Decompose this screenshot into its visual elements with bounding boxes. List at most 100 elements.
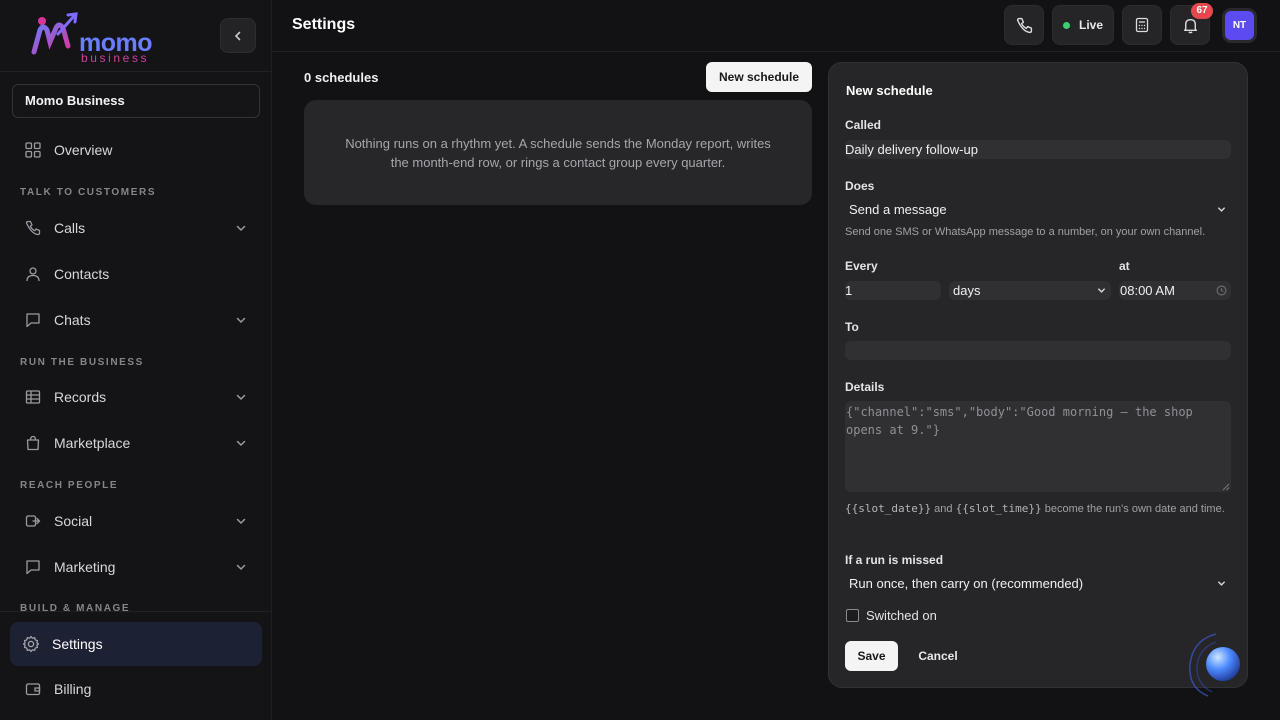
- sidebar: momo business Momo Business Overview TAL…: [0, 0, 272, 720]
- at-label: at: [1119, 259, 1130, 273]
- sidebar-item-billing[interactable]: Billing: [12, 669, 262, 709]
- missed-select-value: Run once, then carry on (recommended): [849, 576, 1084, 591]
- clock-icon[interactable]: [1216, 285, 1227, 296]
- nav-section-reach: REACH PEOPLE: [20, 480, 119, 491]
- sidebar-item-label: Marketing: [54, 559, 116, 575]
- sidebar-item-label: Contacts: [54, 266, 110, 282]
- slot-time-token: {{slot_time}}: [955, 502, 1042, 515]
- sidebar-item-label: Settings: [52, 636, 103, 652]
- message-square-icon: [24, 558, 42, 576]
- time-input-value: 08:00 AM: [1120, 283, 1175, 298]
- unit-select[interactable]: days: [949, 281, 1111, 300]
- sidebar-item-marketplace[interactable]: Marketplace: [12, 423, 262, 463]
- user-icon: [24, 265, 42, 283]
- brand-logo[interactable]: momo business: [30, 12, 160, 64]
- page-title: Settings: [292, 16, 356, 33]
- phone-icon: [24, 219, 42, 237]
- user-avatar[interactable]: NT: [1225, 11, 1254, 40]
- shopping-bag-icon: [24, 434, 42, 452]
- phone-icon: [1016, 17, 1032, 33]
- wallet-icon: [24, 680, 42, 698]
- live-indicator: [1062, 21, 1070, 29]
- nav-section-talk: TALK TO CUSTOMERS: [20, 187, 157, 198]
- slot-date-token: {{slot_date}}: [845, 502, 932, 515]
- call-button[interactable]: [1004, 5, 1044, 45]
- empty-state: Nothing runs on a rhythm yet. A schedule…: [304, 100, 812, 205]
- empty-state-text: Nothing runs on a rhythm yet. A schedule…: [345, 136, 771, 170]
- chevron-down-icon: [1218, 581, 1225, 586]
- sidebar-item-settings[interactable]: Settings: [10, 622, 262, 666]
- save-button[interactable]: Save: [845, 641, 898, 671]
- sidebar-item-label: Chats: [54, 312, 91, 328]
- does-select[interactable]: Send a message: [845, 200, 1231, 219]
- table-icon: [24, 388, 42, 406]
- bell-icon: [1183, 18, 1197, 33]
- new-schedule-button[interactable]: New schedule: [706, 62, 812, 92]
- sidebar-item-label: Billing: [54, 681, 92, 697]
- sidebar-item-label: Marketplace: [54, 435, 131, 451]
- assistant-orb-icon: [1189, 633, 1240, 697]
- hint-suffix: become the run's own date and time.: [1044, 503, 1225, 515]
- sidebar-item-marketing[interactable]: Marketing: [12, 547, 262, 587]
- missed-select[interactable]: Run once, then carry on (recommended): [845, 574, 1231, 593]
- unit-select-value: days: [953, 283, 981, 298]
- sidebar-item-label: Records: [54, 389, 107, 405]
- to-label: To: [845, 320, 859, 334]
- sidebar-bottom: Settings Billing: [0, 611, 271, 720]
- assistant-orb-button[interactable]: [1186, 630, 1250, 698]
- live-status-button[interactable]: Live: [1052, 5, 1114, 45]
- resize-handle-icon[interactable]: [1222, 483, 1230, 491]
- collapse-sidebar-button[interactable]: [220, 18, 256, 53]
- details-hint: {{slot_date}} and {{slot_time}} become t…: [845, 501, 1235, 517]
- sidebar-item-label: Calls: [54, 220, 86, 236]
- chevron-down-icon: [236, 394, 246, 401]
- called-input[interactable]: Daily delivery follow-up: [845, 140, 1231, 159]
- chevron-down-icon: [236, 317, 246, 324]
- new-schedule-panel: New schedule Called Daily delivery follo…: [828, 62, 1248, 688]
- called-label: Called: [845, 118, 882, 132]
- sidebar-item-chats[interactable]: Chats: [12, 300, 262, 340]
- sidebar-item-label: Social: [54, 513, 93, 529]
- chevron-down-icon: [236, 564, 246, 571]
- nav-section-run: RUN THE BUSINESS: [20, 357, 144, 368]
- chevron-down-icon: [1098, 288, 1105, 293]
- sidebar-item-social[interactable]: Social: [12, 501, 262, 541]
- schedule-count: 0 schedules: [304, 70, 379, 85]
- to-input[interactable]: [845, 341, 1231, 360]
- notification-count-badge: 67: [1191, 3, 1213, 19]
- sidebar-item-contacts[interactable]: Contacts: [12, 254, 262, 294]
- time-input[interactable]: 08:00 AM: [1119, 281, 1231, 300]
- switched-on-checkbox[interactable]: [846, 609, 859, 622]
- calculator-button[interactable]: [1122, 5, 1162, 45]
- hint-and: and: [934, 503, 953, 515]
- missed-label: If a run is missed: [845, 553, 944, 567]
- chevron-down-icon: [236, 440, 246, 447]
- panel-title: New schedule: [846, 83, 933, 98]
- chevron-left-icon: [234, 31, 241, 40]
- brand-sub: business: [81, 51, 150, 65]
- chevron-down-icon: [1218, 207, 1225, 212]
- momo-logo-icon: [31, 12, 78, 55]
- does-hint: Send one SMS or WhatsApp message to a nu…: [845, 226, 1206, 238]
- does-label: Does: [845, 179, 875, 193]
- grid-icon: [24, 141, 42, 159]
- gear-icon: [22, 635, 40, 653]
- every-number-input[interactable]: 1: [845, 281, 941, 300]
- chevron-down-icon: [236, 225, 246, 232]
- sidebar-item-calls[interactable]: Calls: [12, 208, 262, 248]
- sidebar-item-label: Overview: [54, 142, 113, 158]
- cancel-button[interactable]: Cancel: [909, 641, 967, 671]
- sidebar-item-records[interactable]: Records: [12, 377, 262, 417]
- chevron-down-icon: [236, 518, 246, 525]
- workspace-selector[interactable]: Momo Business: [12, 84, 260, 118]
- switched-on-label: Switched on: [866, 608, 937, 623]
- details-textarea[interactable]: {"channel":"sms","body":"Good morning — …: [845, 401, 1231, 492]
- chat-icon: [24, 311, 42, 329]
- does-select-value: Send a message: [849, 202, 947, 217]
- share-icon: [24, 512, 42, 530]
- calculator-icon: [1135, 17, 1149, 33]
- logo-row: momo business: [0, 0, 271, 72]
- sidebar-item-overview[interactable]: Overview: [12, 130, 262, 170]
- every-label: Every: [845, 259, 878, 273]
- details-label: Details: [845, 380, 885, 394]
